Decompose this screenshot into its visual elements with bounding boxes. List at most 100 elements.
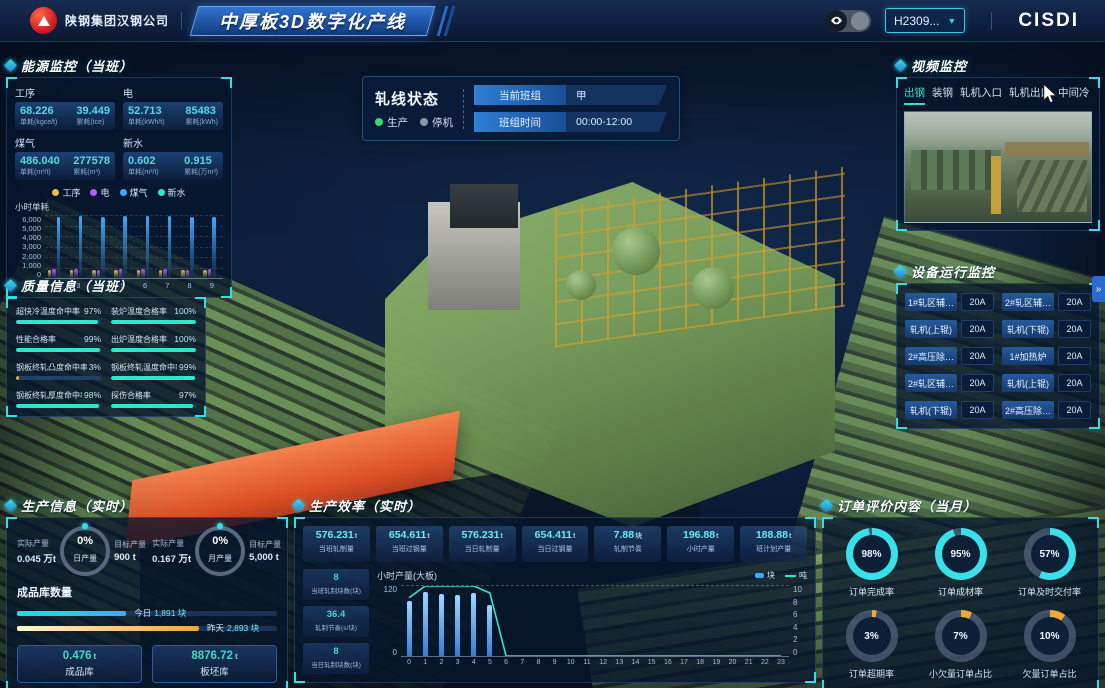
quality-item: 钢板终轧温度命中率99%: [111, 362, 196, 380]
progress-ring: 0%月产量: [195, 526, 245, 576]
roll-line-status-panel: 轧线状态 生产 停机 当前班组 甲 班组时间 00:00-12:00: [362, 76, 680, 141]
legend-dot: [120, 189, 127, 196]
tab-mill-entry[interactable]: 轧机入口: [960, 85, 1002, 105]
panel-title: 能源监控（当班）: [21, 56, 133, 75]
quality-info-panel: 质量信息（当班） 超快冷温度命中率97% 装炉温度合格率100% 性能合格率99…: [6, 276, 206, 417]
diamond-icon: [820, 499, 833, 512]
device-item: 轧机(下辊)20A: [905, 401, 994, 419]
device-item: 2#高压除…20A: [905, 347, 994, 365]
legend-dot: [158, 189, 165, 196]
diamond-icon: [894, 59, 907, 72]
progress-bar: [111, 376, 195, 380]
y-axis: 6,0005,0004,0003,0002,0001,0000: [15, 215, 45, 279]
progress-bar: [16, 320, 98, 324]
device-item: 2#高压除…20A: [1002, 401, 1091, 419]
bar: [101, 217, 105, 278]
energy-hourly-chart: 6,0005,0004,0003,0002,0001,0000: [15, 215, 223, 279]
donut-gauge: 57% 订单及时交付率: [1007, 528, 1092, 598]
panel-title: 生产效率（实时）: [309, 496, 421, 515]
panel-title: 质量信息（当班）: [21, 276, 133, 295]
video-machinery: [911, 150, 1001, 190]
stat-card: 576.231t当日轧制量: [449, 526, 516, 562]
x-axis: 01234567891011121314151617181920212223: [401, 659, 789, 666]
video-walkway: [1005, 142, 1089, 156]
toggle-knob: [851, 12, 869, 30]
diamond-icon: [4, 499, 17, 512]
donut-gauge: 95% 订单成材率: [918, 528, 1003, 598]
equipment-monitor-panel: 设备运行监控 1#轧区辅…20A 2#轧区辅…20A 轧机(上辊)20A 轧机(…: [896, 262, 1100, 429]
status-dot-stopped: [420, 118, 428, 126]
bar-fill: [17, 626, 199, 631]
page-title-plate: 中厚板3D数字化产线: [190, 6, 436, 36]
panel-title: 生产信息（实时）: [21, 496, 133, 515]
eye-icon: [825, 10, 847, 32]
status-dot-production: [375, 118, 383, 126]
cctv-video-feed[interactable]: [904, 111, 1092, 223]
left-y-axis: 1200: [377, 585, 401, 657]
stat-card: 576.231t当班轧制量: [303, 526, 370, 562]
top-bar: 陕钢集团汉钢公司 中厚板3D数字化产线 H2309... ▼ CISDI: [0, 0, 1105, 42]
energy-chart-legend: 工序 电 煤气 新水: [15, 186, 223, 199]
quality-item: 钢板终轧凸度命中率3%: [16, 362, 101, 380]
monthly-output-gauge: 实际产量0.167 万t 0%月产量 目标产量5,000 t: [152, 526, 281, 576]
camera-tabs: 出钢 装钢 轧机入口 轧机出口 中间冷 电动斜: [904, 85, 1092, 105]
stat-card: 188.88t班计划产量: [740, 526, 807, 562]
quality-item: 钢板终轧厚度命中率98%: [16, 390, 101, 408]
legend-dot: [90, 189, 97, 196]
quality-item: 性能合格率99%: [16, 334, 101, 352]
bar-cluster: [114, 215, 131, 278]
video-crane-post: [991, 156, 1001, 214]
bar-cluster: [137, 215, 154, 278]
chart-legend: 块 吨: [755, 570, 807, 581]
tab-mill-exit[interactable]: 轧机出口: [1009, 85, 1051, 105]
cisdi-logo: CISDI: [1018, 10, 1079, 32]
energy-group: 电 52.713单耗(kWh/t) 85483累耗(kWh): [123, 85, 223, 130]
energy-group: 新水 0.602单耗(m³/t) 0.915累耗(万m³): [123, 135, 223, 180]
device-item: 轧机(下辊)20A: [1002, 320, 1091, 338]
side-stat: 36.4轧制节奏(s/块): [303, 606, 369, 637]
efficiency-stat-cards: 576.231t当班轧制量 654.611t当班过钢量 576.231t当日轧制…: [303, 526, 807, 562]
device-item: 轧机(上辊)20A: [1002, 374, 1091, 392]
video-machinery: [1017, 160, 1087, 212]
panel-title: 设备运行监控: [911, 262, 995, 281]
bar-cluster: [92, 215, 109, 278]
production-line-dropdown[interactable]: H2309... ▼: [885, 8, 965, 33]
company-logo: [30, 7, 57, 34]
stock-bar-yesterday: 昨天2,893 块: [17, 621, 277, 636]
production-efficiency-panel: 生产效率（实时） 576.231t当班轧制量 654.611t当班过钢量 576…: [294, 496, 816, 683]
quality-item: 超快冷温度命中率97%: [16, 306, 101, 324]
diamond-icon: [292, 499, 305, 512]
device-item: 1#轧区辅…20A: [905, 293, 994, 311]
visibility-toggle[interactable]: [825, 10, 871, 32]
legend-bar-icon: [755, 573, 764, 578]
progress-bar: [16, 376, 19, 380]
diamond-icon: [894, 265, 907, 278]
bar: [168, 216, 172, 278]
hourly-output-chart: 小时产量(大板) 块 吨 1200 1086420 012345678910: [377, 569, 807, 674]
device-item: 1#加热炉20A: [1002, 347, 1091, 365]
progress-bar: [16, 404, 99, 408]
bar: [208, 269, 212, 278]
divider: [463, 89, 464, 129]
video-monitor-panel: 视频监控 出钢 装钢 轧机入口 轧机出口 中间冷 电动斜: [896, 56, 1100, 231]
tab-charging[interactable]: 装钢: [932, 85, 953, 105]
page-title: 中厚板3D数字化产线: [219, 8, 406, 34]
shift-team-row: 当前班组 甲: [474, 85, 667, 105]
company-name: 陕钢集团汉钢公司: [65, 12, 169, 29]
device-item: 2#轧区辅…20A: [905, 374, 994, 392]
bar: [146, 216, 150, 278]
stock-bar-today: 今日1,891 块: [17, 606, 277, 621]
tab-tapping[interactable]: 出钢: [904, 85, 925, 105]
energy-groups: 工序 68.226单耗(kgce/t) 39.449累耗(tce) 电 52.7…: [15, 85, 223, 180]
panel-collapse-handle[interactable]: »: [1092, 276, 1105, 302]
tab-intercooling[interactable]: 中间冷: [1058, 85, 1090, 105]
finished-stock-card: 0.476t 成品库: [17, 645, 142, 683]
legend-dot: [52, 189, 59, 196]
panel-title: 轧线状态: [375, 88, 453, 109]
device-item: 2#轧区辅…20A: [1002, 293, 1091, 311]
stat-card: 654.411t当日过钢量: [522, 526, 589, 562]
slab-stock-card: 8876.72t 板坯库: [152, 645, 277, 683]
shift-time-row: 班组时间 00:00-12:00: [474, 112, 667, 132]
quality-item: 出炉温度合格率100%: [111, 334, 196, 352]
ring-marker: [217, 523, 223, 529]
